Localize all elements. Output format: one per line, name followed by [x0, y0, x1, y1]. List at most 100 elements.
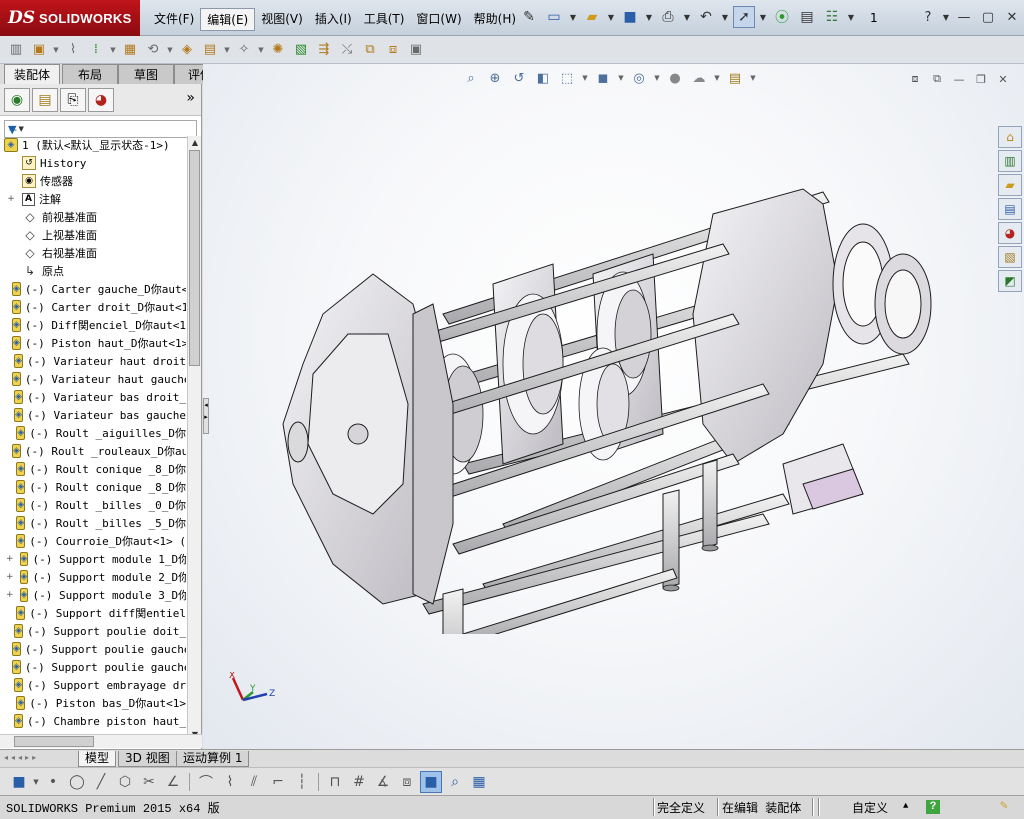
design-library-icon[interactable]: ▥ — [998, 150, 1022, 172]
tree-item[interactable]: ◈ (-) Roult conique _8_D你 — [0, 460, 186, 478]
instant3d-icon[interactable]: ▣ — [406, 40, 426, 60]
quick-save-icon[interactable]: ■ — [8, 771, 30, 793]
menu-edit[interactable]: 编辑(E) — [200, 8, 256, 31]
tree-item[interactable]: ◈ (-) Roult _aiguilles_D你 — [0, 424, 186, 442]
angle-icon[interactable]: ∠ — [162, 771, 184, 793]
save-icon[interactable]: ■ — [619, 6, 641, 28]
save-dropdown-icon[interactable]: ▼ — [644, 6, 654, 28]
hide-show-dropdown-icon[interactable]: ▼ — [653, 68, 661, 88]
menu-view[interactable]: 视图(V) — [255, 8, 309, 31]
configuration-manager-tab-icon[interactable]: ⎘ — [60, 87, 86, 112]
tab-sketch[interactable]: 草图 — [118, 64, 174, 84]
zoom-to-area-icon[interactable]: ⊕ — [485, 68, 505, 88]
tree-item[interactable]: ◈ (-) Variateur haut gauche — [0, 370, 186, 388]
offset-entities-icon[interactable]: ⫽ — [243, 771, 265, 793]
tree-item[interactable]: ◈ (-) Roult _billes _0_D你 — [0, 496, 186, 514]
horizontal-dimension-icon[interactable]: ⊓ — [324, 771, 346, 793]
new-dropdown-icon[interactable]: ▼ — [568, 6, 578, 28]
corner-icon[interactable]: ⌐ — [267, 771, 289, 793]
hide-show-items-icon[interactable]: ◎ — [629, 68, 649, 88]
tree-horizontal-scrollbar[interactable] — [0, 734, 202, 748]
tree-item[interactable]: ◇ 上视基准面 — [0, 226, 186, 244]
exploded-view-icon[interactable]: ⇶ — [314, 40, 334, 60]
rebuild-traffic-light-icon[interactable]: ⦿ — [771, 6, 793, 28]
show-hidden-components-icon[interactable]: ◈ — [177, 40, 197, 60]
solidworks-logo[interactable]: DS SOLIDWORKS — [0, 0, 140, 36]
viewport-restore-icon[interactable]: ❐ — [972, 70, 990, 88]
view-palette-icon[interactable]: ▤ — [998, 198, 1022, 220]
tree-root-assembly[interactable]: ◈ 1 (默认<默认_显示状态-1>) — [0, 136, 186, 154]
tree-item[interactable]: + A 注解 — [0, 190, 186, 208]
menu-file[interactable]: 文件(F) — [148, 8, 200, 31]
display-style-icon[interactable]: ◼ — [593, 68, 613, 88]
file-properties-icon[interactable]: ▤ — [796, 6, 818, 28]
shaded-cube-icon[interactable]: ■ — [420, 770, 442, 793]
point-icon[interactable]: • — [42, 771, 64, 793]
tree-item[interactable]: ◇ 前视基准面 — [0, 208, 186, 226]
units-selector[interactable]: 自定义 — [852, 799, 888, 816]
smart-dimension-icon[interactable]: ⌇ — [219, 771, 241, 793]
polygon-icon[interactable]: ⬡ — [114, 771, 136, 793]
reference-geometry-icon[interactable]: ✧ — [234, 40, 254, 60]
units-dropdown-icon[interactable]: ▲ — [903, 801, 908, 811]
funnel-icon[interactable]: ▼̶ — [8, 123, 16, 136]
scrollbar-thumb[interactable] — [189, 150, 200, 366]
features-dropdown-icon[interactable]: ▼ — [223, 40, 231, 60]
tree-item[interactable]: + ◈ (-) Support module 2_D你 — [0, 568, 186, 586]
close-icon[interactable]: ✕ — [1002, 7, 1022, 27]
viewport-minimize-icon[interactable]: — — [950, 70, 968, 88]
select-arrow-icon[interactable]: ➚ — [733, 6, 755, 28]
new-motion-study-icon[interactable]: ✺ — [268, 40, 288, 60]
circle-icon[interactable]: ◯ — [66, 771, 88, 793]
help-icon[interactable]: ? — [918, 7, 938, 27]
display-style-dropdown-icon[interactable]: ▼ — [617, 68, 625, 88]
expand-toggle-icon[interactable]: + — [6, 554, 14, 564]
custom-properties-icon[interactable]: ▧ — [998, 246, 1022, 268]
rebuild-pen-icon[interactable]: ✎ — [1000, 798, 1008, 813]
menu-insert[interactable]: 插入(I) — [309, 8, 358, 31]
view-orientation-icon[interactable]: ⬚ — [557, 68, 577, 88]
tree-item[interactable]: ◈ (-) Support poulie gauche — [0, 640, 186, 658]
smart-fasteners-icon[interactable]: ▦ — [120, 40, 140, 60]
tree-item[interactable]: ◈ (-) Variateur bas gauche — [0, 406, 186, 424]
tree-item[interactable]: ◈ (-) Diff関enciel_D你aut<1> — [0, 316, 186, 334]
feature-manager-tab-icon[interactable]: ◉ — [4, 87, 30, 112]
view-toggle-2-icon[interactable]: ⧉ — [928, 70, 946, 88]
tree-item[interactable]: + ◈ (-) Support module 1_D你 — [0, 550, 186, 568]
trim-icon[interactable]: ✂ — [138, 771, 160, 793]
menu-tools[interactable]: 工具(T) — [358, 8, 411, 31]
view-settings-dropdown-icon[interactable]: ▼ — [749, 68, 757, 88]
document-number[interactable]: 1 — [870, 11, 878, 25]
tree-item[interactable]: ◉ 传感器 — [0, 172, 186, 190]
tree-item[interactable]: ◈ (-) Roult _rouleaux_D你aut — [0, 442, 186, 460]
view-toggle-icon[interactable]: ⧈ — [906, 70, 924, 88]
edit-component-dropdown-icon[interactable]: ▼ — [52, 40, 60, 60]
open-dropdown-icon[interactable]: ▼ — [606, 6, 616, 28]
tree-item[interactable]: ◈ (-) Roult conique _8_D你 — [0, 478, 186, 496]
tab-assembly[interactable]: 装配体 — [4, 64, 60, 84]
print-dropdown-icon[interactable]: ▼ — [682, 6, 692, 28]
assembly-features-icon[interactable]: ▤ — [200, 40, 220, 60]
edit-component-icon[interactable]: ▣ — [29, 40, 49, 60]
print-icon[interactable]: ⎙ — [657, 6, 679, 28]
centerline-icon[interactable]: ┆ — [291, 771, 313, 793]
undo-icon[interactable]: ↶ — [695, 6, 717, 28]
tree-item[interactable]: ◈ (-) Piston haut_D你aut<1> — [0, 334, 186, 352]
apply-scene-icon[interactable]: ☁ — [689, 68, 709, 88]
viewport-close-icon[interactable]: ✕ — [994, 70, 1012, 88]
tree-item[interactable]: ◈ (-) Support diff関entiel — [0, 604, 186, 622]
camera-icon[interactable]: ⌕ — [444, 771, 466, 793]
clearance-verification-icon[interactable]: ⧈ — [383, 40, 403, 60]
property-manager-tab-icon[interactable]: ▤ — [32, 87, 58, 112]
assembly-model-view[interactable] — [263, 164, 943, 634]
solidworks-forum-icon[interactable]: ◩ — [998, 270, 1022, 292]
tree-item[interactable]: ◈ (-) Variateur haut droit — [0, 352, 186, 370]
hscroll-thumb[interactable] — [14, 736, 94, 747]
expand-toggle-icon[interactable]: + — [6, 590, 14, 600]
move-component-icon[interactable]: ⟲ — [143, 40, 163, 60]
interference-detection-icon[interactable]: ⧉ — [360, 40, 380, 60]
pin-icon[interactable]: ✎ — [518, 6, 540, 28]
pattern-dropdown-icon[interactable]: ▼ — [109, 40, 117, 60]
tree-item[interactable]: ↳ 原点 — [0, 262, 186, 280]
graphics-area[interactable]: ◂ ▸ ⌕ ⊕ ↺ ◧ ⬚ ▼ ◼ ▼ ◎ ▼ ● ☁ ▼ ▤ ▼ ⧈ ⧉ — ❐ ✕ ⌂ … — [203, 64, 1024, 749]
